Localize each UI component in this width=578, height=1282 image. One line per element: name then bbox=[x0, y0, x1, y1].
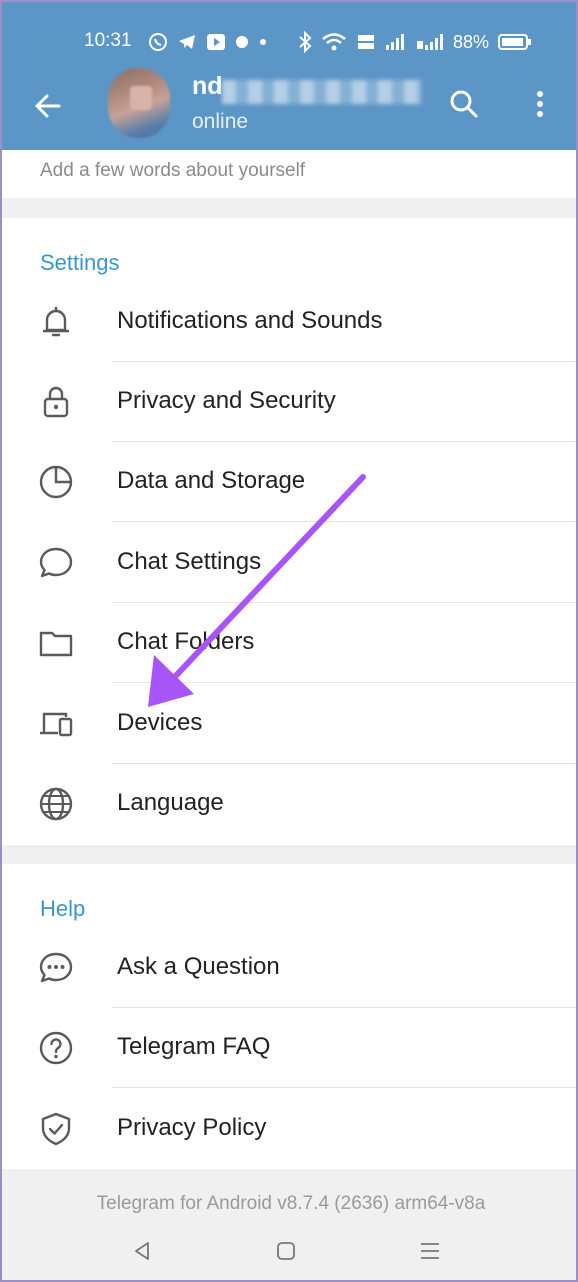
settings-item-privacy[interactable]: Privacy and Security bbox=[2, 362, 576, 442]
divider bbox=[112, 1087, 576, 1088]
lock-icon bbox=[36, 382, 76, 422]
question-circle-icon bbox=[36, 1028, 76, 1068]
settings-section: Settings Notifications and Sounds Privac… bbox=[2, 218, 576, 845]
telegram-icon bbox=[179, 35, 195, 49]
bio-field[interactable]: Add a few words about yourself bbox=[2, 150, 576, 198]
more-menu-button[interactable] bbox=[524, 84, 556, 124]
status-bar: 10:31 88% bbox=[2, 24, 576, 60]
app-bar: nd online bbox=[2, 64, 576, 150]
profile-avatar[interactable] bbox=[108, 68, 170, 138]
system-nav-bar bbox=[2, 1221, 576, 1280]
settings-item-notifications[interactable]: Notifications and Sounds bbox=[2, 282, 576, 362]
devices-icon bbox=[36, 704, 76, 744]
menu-lines-icon bbox=[421, 1243, 439, 1259]
screen: 10:31 88% nd online Add a few words abou… bbox=[0, 0, 578, 1282]
folder-icon bbox=[36, 623, 76, 663]
settings-item-chat-settings[interactable]: Chat Settings bbox=[2, 523, 576, 603]
version-text: Telegram for Android v8.7.4 (2636) arm64… bbox=[96, 1193, 486, 1214]
nav-back-button[interactable] bbox=[122, 1231, 162, 1271]
help-item-label: Ask a Question bbox=[117, 953, 280, 980]
settings-item-label: Chat Settings bbox=[117, 548, 262, 575]
app-notification-icon bbox=[236, 36, 248, 48]
square-home-icon bbox=[277, 1242, 295, 1260]
chat-dots-icon bbox=[36, 948, 76, 988]
profile-name-text: nd bbox=[192, 72, 223, 100]
help-item-faq[interactable]: Telegram FAQ bbox=[2, 1008, 576, 1088]
divider bbox=[112, 521, 576, 522]
wifi-icon bbox=[322, 33, 346, 51]
chat-bubble-icon bbox=[36, 543, 76, 583]
help-item-privacy-policy[interactable]: Privacy Policy bbox=[2, 1089, 576, 1169]
back-button[interactable] bbox=[28, 86, 68, 126]
settings-item-data-storage[interactable]: Data and Storage bbox=[2, 442, 576, 522]
shield-check-icon bbox=[36, 1109, 76, 1149]
whatsapp-icon bbox=[149, 33, 167, 51]
settings-item-label: Data and Storage bbox=[117, 467, 306, 494]
profile-name: nd bbox=[192, 72, 432, 108]
dot-icon bbox=[260, 39, 266, 45]
battery-percent: 88% bbox=[453, 31, 490, 52]
help-item-label: Privacy Policy bbox=[117, 1114, 267, 1141]
triangle-back-icon bbox=[135, 1242, 149, 1260]
status-icons: 88% bbox=[148, 28, 532, 56]
divider bbox=[112, 682, 576, 683]
profile-status: online bbox=[192, 110, 249, 133]
bio-placeholder: Add a few words about yourself bbox=[40, 160, 306, 181]
nav-home-button[interactable] bbox=[266, 1231, 306, 1271]
settings-item-language[interactable]: Language bbox=[2, 764, 576, 844]
search-button[interactable] bbox=[444, 84, 484, 124]
battery-icon bbox=[498, 34, 532, 50]
settings-item-label: Language bbox=[117, 789, 224, 816]
status-time: 10:31 bbox=[84, 30, 132, 51]
nav-recents-button[interactable] bbox=[410, 1231, 450, 1271]
settings-item-label: Devices bbox=[117, 709, 203, 736]
bluetooth-icon bbox=[299, 31, 312, 53]
settings-section-title: Settings bbox=[40, 250, 120, 275]
globe-icon bbox=[36, 784, 76, 824]
name-blur-redaction bbox=[222, 80, 422, 104]
settings-item-devices[interactable]: Devices bbox=[2, 684, 576, 764]
help-item-ask-question[interactable]: Ask a Question bbox=[2, 928, 576, 1008]
app-header: 10:31 88% nd online bbox=[2, 2, 576, 150]
volte-icon bbox=[358, 35, 374, 49]
help-section: Help Ask a Question Telegram FAQ Privacy… bbox=[2, 864, 576, 1169]
bell-icon bbox=[36, 302, 76, 342]
settings-item-label: Chat Folders bbox=[117, 628, 255, 655]
settings-item-label: Privacy and Security bbox=[117, 387, 336, 414]
settings-item-label: Notifications and Sounds bbox=[117, 307, 383, 334]
pie-chart-icon bbox=[36, 462, 76, 502]
signal-2-icon bbox=[417, 34, 443, 50]
more-vertical-icon bbox=[537, 91, 543, 117]
youtube-icon bbox=[207, 34, 225, 50]
help-item-label: Telegram FAQ bbox=[117, 1033, 271, 1060]
settings-item-chat-folders[interactable]: Chat Folders bbox=[2, 603, 576, 683]
footer: Telegram for Android v8.7.4 (2636) arm64… bbox=[2, 1169, 576, 1280]
signal-1-icon bbox=[386, 34, 404, 50]
search-icon bbox=[450, 90, 478, 118]
arrow-left-icon bbox=[35, 94, 61, 118]
help-section-title: Help bbox=[40, 896, 86, 921]
